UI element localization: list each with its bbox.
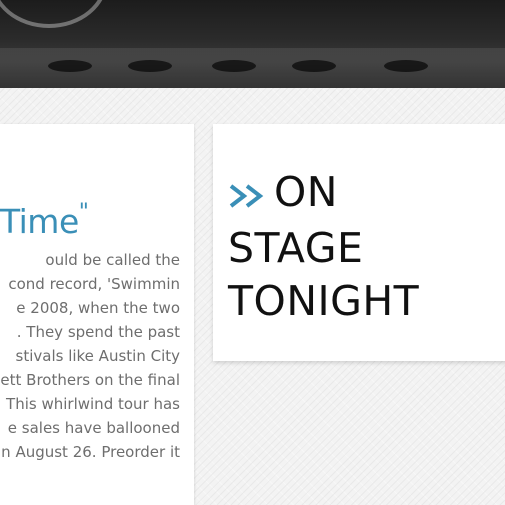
article-line: e sales have ballooned: [7, 419, 180, 437]
double-chevron-right-icon: [228, 169, 268, 222]
article-line: . They spend the past: [16, 323, 180, 341]
article-title[interactable]: Time": [0, 200, 89, 241]
hero-banner-image: [0, 0, 505, 88]
stage-spotlight: [212, 60, 256, 72]
heading-line: ON: [274, 168, 338, 216]
article-line: cond record, 'Swimmin: [8, 275, 180, 293]
stage-spotlight: [128, 60, 172, 72]
on-stage-heading: ON STAGE TONIGHT: [228, 166, 419, 328]
article-line: ett Brothers on the final: [0, 371, 180, 389]
stage-spotlight: [384, 60, 428, 72]
article-card: Time" ould be called the cond record, 'S…: [0, 124, 194, 505]
on-stage-tonight-card: ON STAGE TONIGHT: [213, 124, 505, 361]
article-line: . This whirlwind tour has: [0, 395, 180, 413]
heading-line: TONIGHT: [228, 276, 420, 325]
stage-spotlight: [48, 60, 92, 72]
hero-ring-decoration: [0, 0, 108, 28]
article-line: ould be called the: [45, 251, 180, 269]
article-line: e 2008, when the two: [16, 299, 180, 317]
article-line: n August 26. Preorder it: [1, 443, 180, 461]
heading-line: STAGE: [228, 223, 364, 272]
article-line: stivals like Austin City: [15, 347, 180, 365]
stage-spotlight: [292, 60, 336, 72]
article-body: ould be called the cond record, 'Swimmin…: [0, 248, 180, 464]
